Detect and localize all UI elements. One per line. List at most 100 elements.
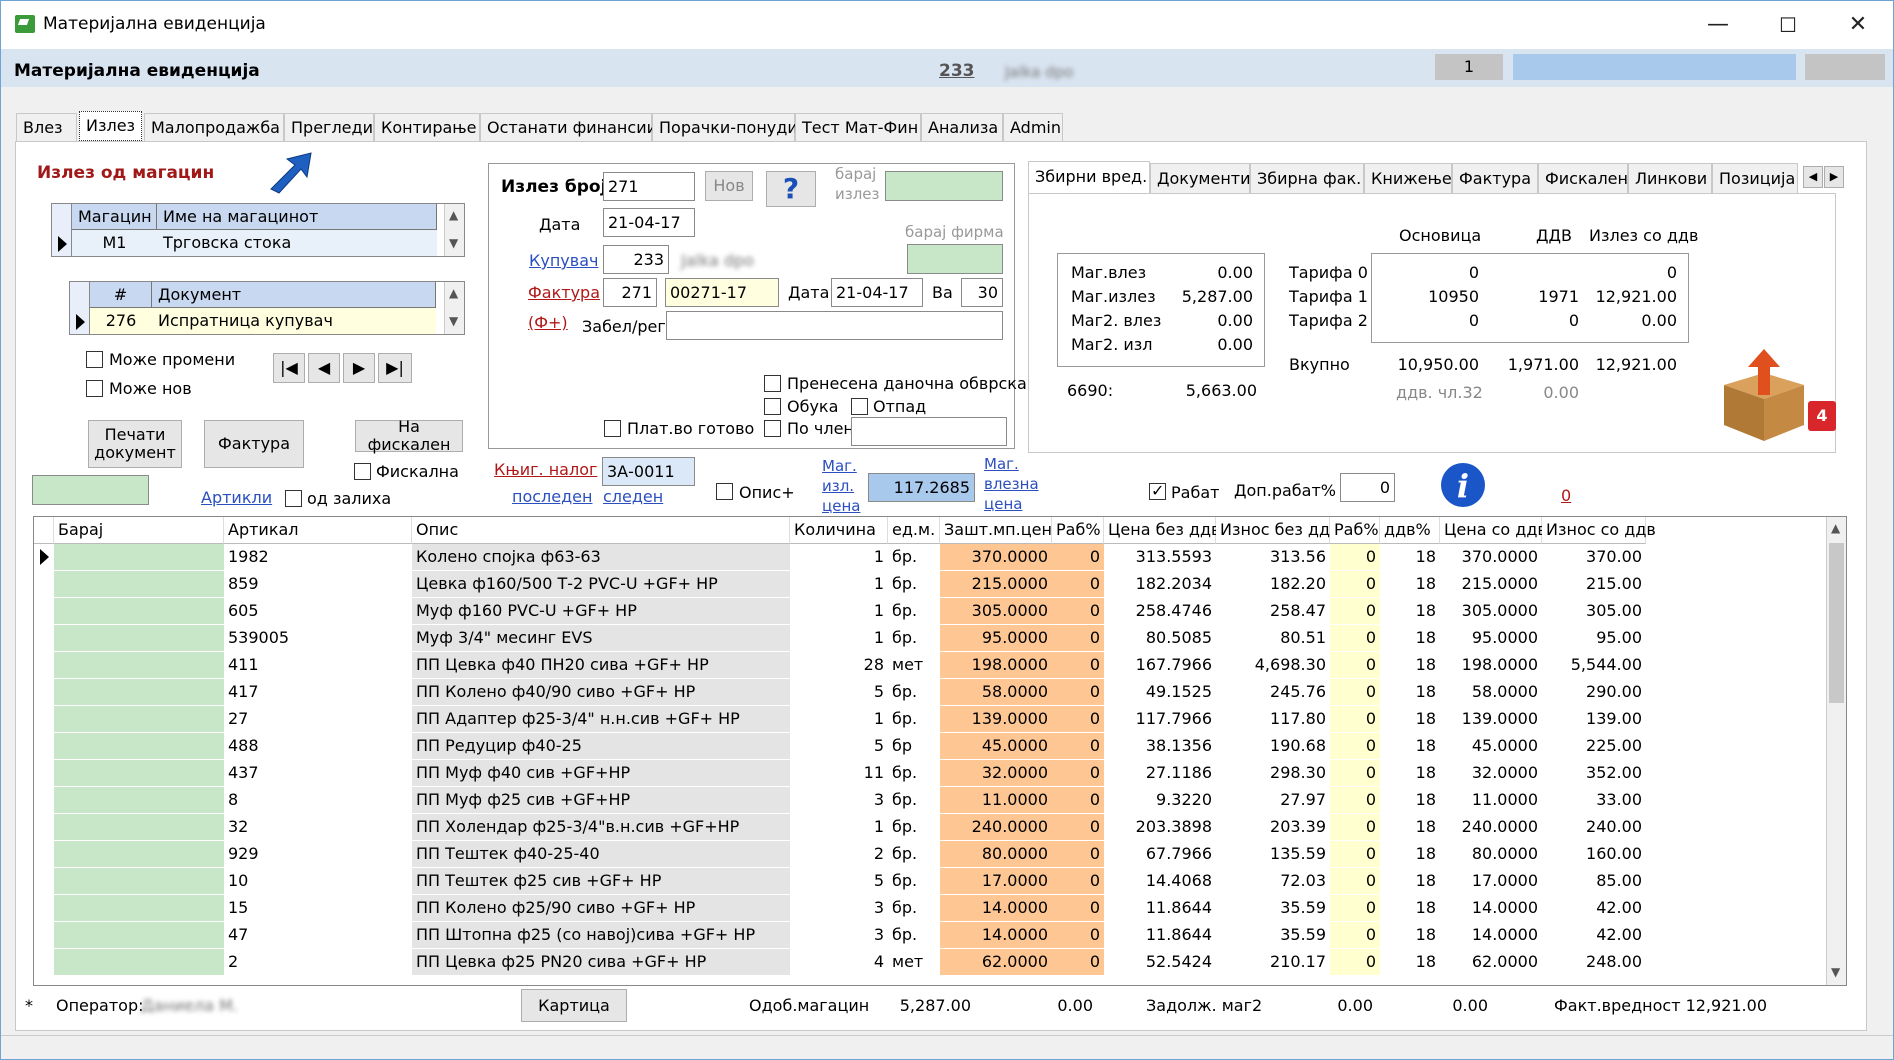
cell-price-with-vat[interactable]: 139.0000 (1440, 706, 1542, 733)
cell-price-without-vat[interactable]: 27.1186 (1104, 760, 1216, 787)
tab-collective-invoice[interactable]: Збирна фак. (1250, 163, 1364, 193)
tab-izlez[interactable]: Излез (79, 111, 142, 141)
cell-description[interactable]: ПП Муф ф25 сив +GF+HP (412, 787, 790, 814)
cell-price-with-vat[interactable]: 215.0000 (1440, 571, 1542, 598)
tab-scroll-left-button[interactable]: ◀ (1803, 166, 1823, 188)
cell-description[interactable]: ПП Редуцир ф40-25 (412, 733, 790, 760)
tab-links[interactable]: Линкови (1628, 163, 1712, 193)
row-indicator[interactable] (34, 571, 54, 598)
cell-protected-retail-price[interactable]: 58.0000 (940, 679, 1052, 706)
tab-pregledi[interactable]: Прегледи (284, 113, 374, 141)
cell-amount-without-vat[interactable]: 313.56 (1216, 544, 1330, 571)
cell-discount-pct[interactable]: 0 (1052, 922, 1104, 949)
invoice-full-input[interactable]: 00271-17 (665, 278, 779, 307)
cell-article[interactable]: 1982 (224, 544, 412, 571)
row-indicator[interactable] (34, 787, 54, 814)
cell-search[interactable] (54, 544, 224, 571)
discount-checkbox[interactable] (1149, 481, 1166, 500)
red-zero-link[interactable]: 0 (1561, 486, 1571, 505)
row-indicator[interactable] (34, 841, 54, 868)
cell-unit[interactable]: бр. (888, 841, 940, 868)
cell-discount-pct-2[interactable]: 0 (1330, 571, 1380, 598)
tab-vlez[interactable]: Влез (16, 113, 77, 141)
extra-discount-input[interactable]: 0 (1340, 473, 1395, 502)
cell-unit[interactable]: бр. (888, 598, 940, 625)
row-indicator[interactable] (34, 625, 54, 652)
cell-amount-without-vat[interactable]: 210.17 (1216, 949, 1330, 976)
cell-article[interactable]: 27 (224, 706, 412, 733)
cell-vat-pct[interactable]: 18 (1380, 625, 1440, 652)
cell-unit[interactable]: мет (888, 949, 940, 976)
cell-amount-without-vat[interactable]: 117.80 (1216, 706, 1330, 733)
cell-vat-pct[interactable]: 18 (1380, 922, 1440, 949)
cell-amount-without-vat[interactable]: 298.30 (1216, 760, 1330, 787)
cell-quantity[interactable]: 3 (790, 895, 888, 922)
cell-vat-pct[interactable]: 18 (1380, 544, 1440, 571)
cell-article[interactable]: 859 (224, 571, 412, 598)
cell-amount-with-vat[interactable]: 290.00 (1542, 679, 1646, 706)
cell-protected-retail-price[interactable]: 215.0000 (940, 571, 1052, 598)
cell-unit[interactable]: бр. (888, 922, 940, 949)
cell-amount-with-vat[interactable]: 42.00 (1542, 922, 1646, 949)
cell-quantity[interactable]: 5 (790, 733, 888, 760)
cell-quantity[interactable]: 1 (790, 598, 888, 625)
cell-quantity[interactable]: 1 (790, 571, 888, 598)
document-scrollbar[interactable]: ▲ ▼ (444, 282, 464, 334)
book-order-input[interactable]: 3А-0011 (602, 457, 695, 486)
cell-unit[interactable]: бр. (888, 571, 940, 598)
cell-amount-without-vat[interactable]: 35.59 (1216, 895, 1330, 922)
tab-summary-values[interactable]: Збирни вред. (1028, 161, 1150, 193)
col-header-unit[interactable]: ед.м. (888, 517, 940, 544)
mag-in-price-link[interactable]: Маг. влезна цена (984, 454, 1048, 514)
col-header-discount-pct[interactable]: Раб% (1052, 517, 1104, 544)
cell-discount-pct-2[interactable]: 0 (1330, 949, 1380, 976)
cell-discount-pct-2[interactable]: 0 (1330, 652, 1380, 679)
cell-article[interactable]: 437 (224, 760, 412, 787)
invoice-no-input[interactable]: 271 (603, 278, 657, 307)
fiscal-checkbox[interactable] (354, 463, 371, 480)
cell-amount-with-vat[interactable]: 160.00 (1542, 841, 1646, 868)
cell-protected-retail-price[interactable]: 370.0000 (940, 544, 1052, 571)
cell-price-without-vat[interactable]: 203.3898 (1104, 814, 1216, 841)
cell-unit[interactable]: бр. (888, 544, 940, 571)
cell-description[interactable]: ПП Колено ф25/90 сиво +GF+ HP (412, 895, 790, 922)
cell-price-without-vat[interactable]: 67.7966 (1104, 841, 1216, 868)
cell-vat-pct[interactable]: 18 (1380, 571, 1440, 598)
waste-checkbox[interactable] (851, 398, 868, 415)
row-indicator[interactable] (34, 949, 54, 976)
buyer-link[interactable]: Купувач (529, 251, 598, 270)
cell-protected-retail-price[interactable]: 95.0000 (940, 625, 1052, 652)
last-link[interactable]: последен (512, 487, 592, 506)
print-document-button[interactable]: Печати документ (88, 420, 182, 468)
cell-article[interactable]: 605 (224, 598, 412, 625)
cell-search[interactable] (54, 652, 224, 679)
cell-unit[interactable]: бр. (888, 868, 940, 895)
cell-protected-retail-price[interactable]: 62.0000 (940, 949, 1052, 976)
tab-invoice[interactable]: Фактура (1452, 163, 1538, 193)
cell-price-with-vat[interactable]: 11.0000 (1440, 787, 1542, 814)
cell-price-with-vat[interactable]: 32.0000 (1440, 760, 1542, 787)
cell-amount-without-vat[interactable]: 72.03 (1216, 868, 1330, 895)
col-header-price-without-vat[interactable]: Цена без ддв (1104, 517, 1220, 544)
cell-article[interactable]: 15 (224, 895, 412, 922)
cell-price-without-vat[interactable]: 11.8644 (1104, 922, 1216, 949)
cell-vat-pct[interactable]: 18 (1380, 652, 1440, 679)
cell-description[interactable]: Цевка ф160/500 Т-2 PVC-U +GF+ HP (412, 571, 790, 598)
cell-article[interactable]: 2 (224, 949, 412, 976)
cell-unit[interactable]: мет (888, 652, 940, 679)
cell-unit[interactable]: бр. (888, 895, 940, 922)
cell-unit[interactable]: бр. (888, 760, 940, 787)
cell-discount-pct[interactable]: 0 (1052, 949, 1104, 976)
warehouse-name-cell[interactable]: Трговска стока (157, 230, 437, 256)
cell-search[interactable] (54, 679, 224, 706)
cell-description[interactable]: ПП Цевка ф40 ПН20 сива +GF+ HP (412, 652, 790, 679)
cell-discount-pct[interactable]: 0 (1052, 760, 1104, 787)
cell-vat-pct[interactable]: 18 (1380, 733, 1440, 760)
cell-vat-pct[interactable]: 18 (1380, 706, 1440, 733)
last-record-button[interactable]: ▶| (378, 353, 412, 383)
cell-unit[interactable]: бр. (888, 787, 940, 814)
cell-description[interactable]: ПП Тештек ф25 сив +GF+ HP (412, 868, 790, 895)
cell-unit[interactable]: бр. (888, 625, 940, 652)
book-order-link[interactable]: Књиг. налог (494, 460, 597, 479)
cell-amount-with-vat[interactable]: 42.00 (1542, 895, 1646, 922)
